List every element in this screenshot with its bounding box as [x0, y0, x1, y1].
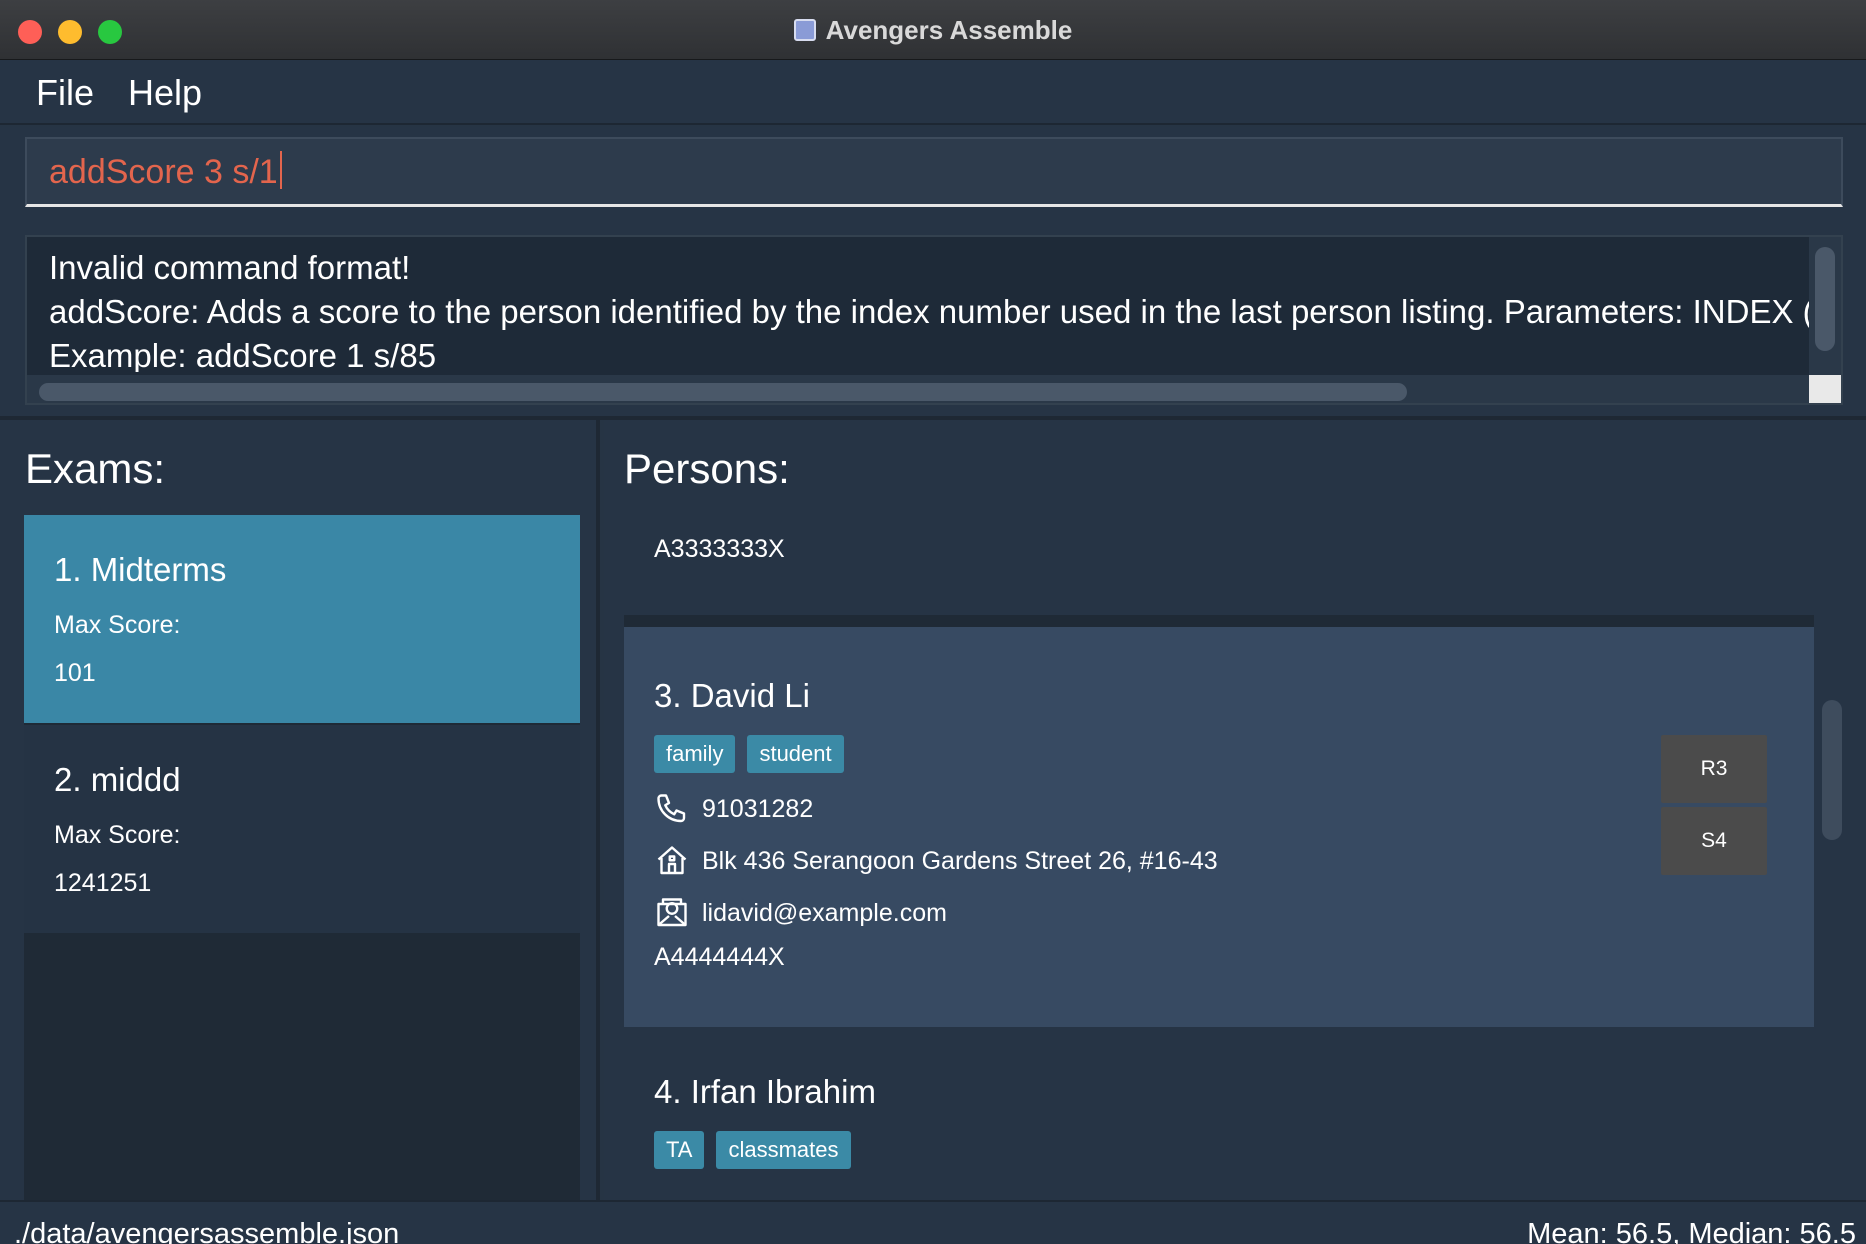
- command-area: addScore 3 s/1: [0, 127, 1866, 225]
- person-student-id: A3333333X: [654, 535, 785, 563]
- tag-label: TA: [654, 1131, 705, 1169]
- exam-card[interactable]: 2. middd Max Score: 1241251: [24, 725, 580, 933]
- menu-bar: File Help: [0, 60, 1866, 125]
- app-window: Avengers Assemble File Help addScore 3 s…: [0, 0, 1866, 1244]
- exam-max-score-value: 1241251: [54, 869, 152, 897]
- command-input[interactable]: addScore 3 s/1: [25, 137, 1843, 207]
- person-list[interactable]: A3333333X 3. David Li family student 910…: [624, 525, 1814, 1180]
- menu-help[interactable]: Help: [128, 72, 202, 114]
- persons-heading: Persons:: [624, 445, 790, 492]
- result-line-2: addScore: Adds a score to the person ide…: [49, 293, 1809, 330]
- result-viewport: Invalid command format! addScore: Adds a…: [27, 237, 1809, 372]
- command-text: addScore 3 s/1: [49, 151, 282, 192]
- exam-max-score-value: 101: [54, 659, 96, 687]
- exam-title: 1. Midterms: [54, 551, 227, 588]
- score-statistics: Mean: 56.5, Median: 56.5: [1527, 1218, 1856, 1244]
- text-caret: [279, 151, 282, 189]
- exams-panel: Exams: 1. Midterms Max Score: 101 2. mid…: [0, 420, 600, 1200]
- result-vertical-scrollbar[interactable]: [1809, 237, 1841, 375]
- person-card[interactable]: 4. Irfan Ibrahim TA classmates: [624, 1027, 1814, 1180]
- result-display[interactable]: Invalid command format! addScore: Adds a…: [25, 235, 1843, 405]
- home-icon: [657, 846, 687, 875]
- person-phone: 91031282: [702, 794, 814, 823]
- person-email-row: lidavid@example.com: [654, 895, 947, 931]
- person-name: 3. David Li: [654, 677, 810, 714]
- exam-max-score-label: Max Score:: [54, 821, 181, 849]
- window-title: Avengers Assemble: [825, 14, 1073, 45]
- status-bar: ./data/avengersassemble.json Mean: 56.5,…: [0, 1200, 1866, 1244]
- email-icon: [657, 898, 687, 927]
- studio-button[interactable]: S4: [1661, 807, 1767, 875]
- person-name: 4. Irfan Ibrahim: [654, 1073, 876, 1110]
- result-line-3: Example: addScore 1 s/85: [49, 337, 437, 372]
- person-student-id: A4444444X: [654, 943, 785, 971]
- exam-max-score-label: Max Score:: [54, 611, 181, 639]
- menu-file[interactable]: File: [36, 72, 94, 114]
- exam-card[interactable]: 1. Midterms Max Score: 101: [24, 515, 580, 723]
- exams-heading: Exams:: [25, 445, 166, 492]
- tag-label: classmates: [716, 1131, 851, 1169]
- result-horizontal-scrollbar[interactable]: [27, 375, 1809, 403]
- person-address: Blk 436 Serangoon Gardens Street 26, #16…: [702, 846, 1218, 875]
- app-icon: [793, 19, 816, 41]
- persons-vertical-scroll-thumb[interactable]: [1822, 700, 1842, 840]
- person-tags: TA classmates: [654, 1131, 851, 1169]
- result-line-1: Invalid command format!: [49, 249, 411, 286]
- result-vertical-scroll-thumb[interactable]: [1815, 247, 1835, 351]
- save-file-path: ./data/avengersassemble.json: [14, 1218, 400, 1244]
- phone-icon: [657, 794, 686, 823]
- exam-title: 2. middd: [54, 761, 181, 798]
- person-card[interactable]: A3333333X: [624, 525, 1814, 615]
- recitation-button[interactable]: R3: [1661, 735, 1767, 803]
- tag-label: student: [747, 735, 844, 773]
- person-email: lidavid@example.com: [702, 898, 947, 927]
- person-phone-row: 91031282: [654, 791, 813, 827]
- result-horizontal-scroll-thumb[interactable]: [39, 383, 1407, 401]
- exam-list[interactable]: 1. Midterms Max Score: 101 2. middd Max …: [24, 515, 580, 1200]
- person-address-row: Blk 436 Serangoon Gardens Street 26, #16…: [654, 843, 1218, 879]
- person-tags: family student: [654, 735, 844, 773]
- tag-label: family: [654, 735, 736, 773]
- result-area: Invalid command format! addScore: Adds a…: [0, 225, 1866, 420]
- person-card-selected[interactable]: 3. David Li family student 91031282 Blk …: [624, 627, 1814, 1027]
- title-group: Avengers Assemble: [0, 0, 1866, 60]
- scroll-corner: [1809, 375, 1841, 403]
- title-bar: Avengers Assemble: [0, 0, 1866, 60]
- persons-panel: Persons: A3333333X 3. David Li family st…: [604, 420, 1866, 1200]
